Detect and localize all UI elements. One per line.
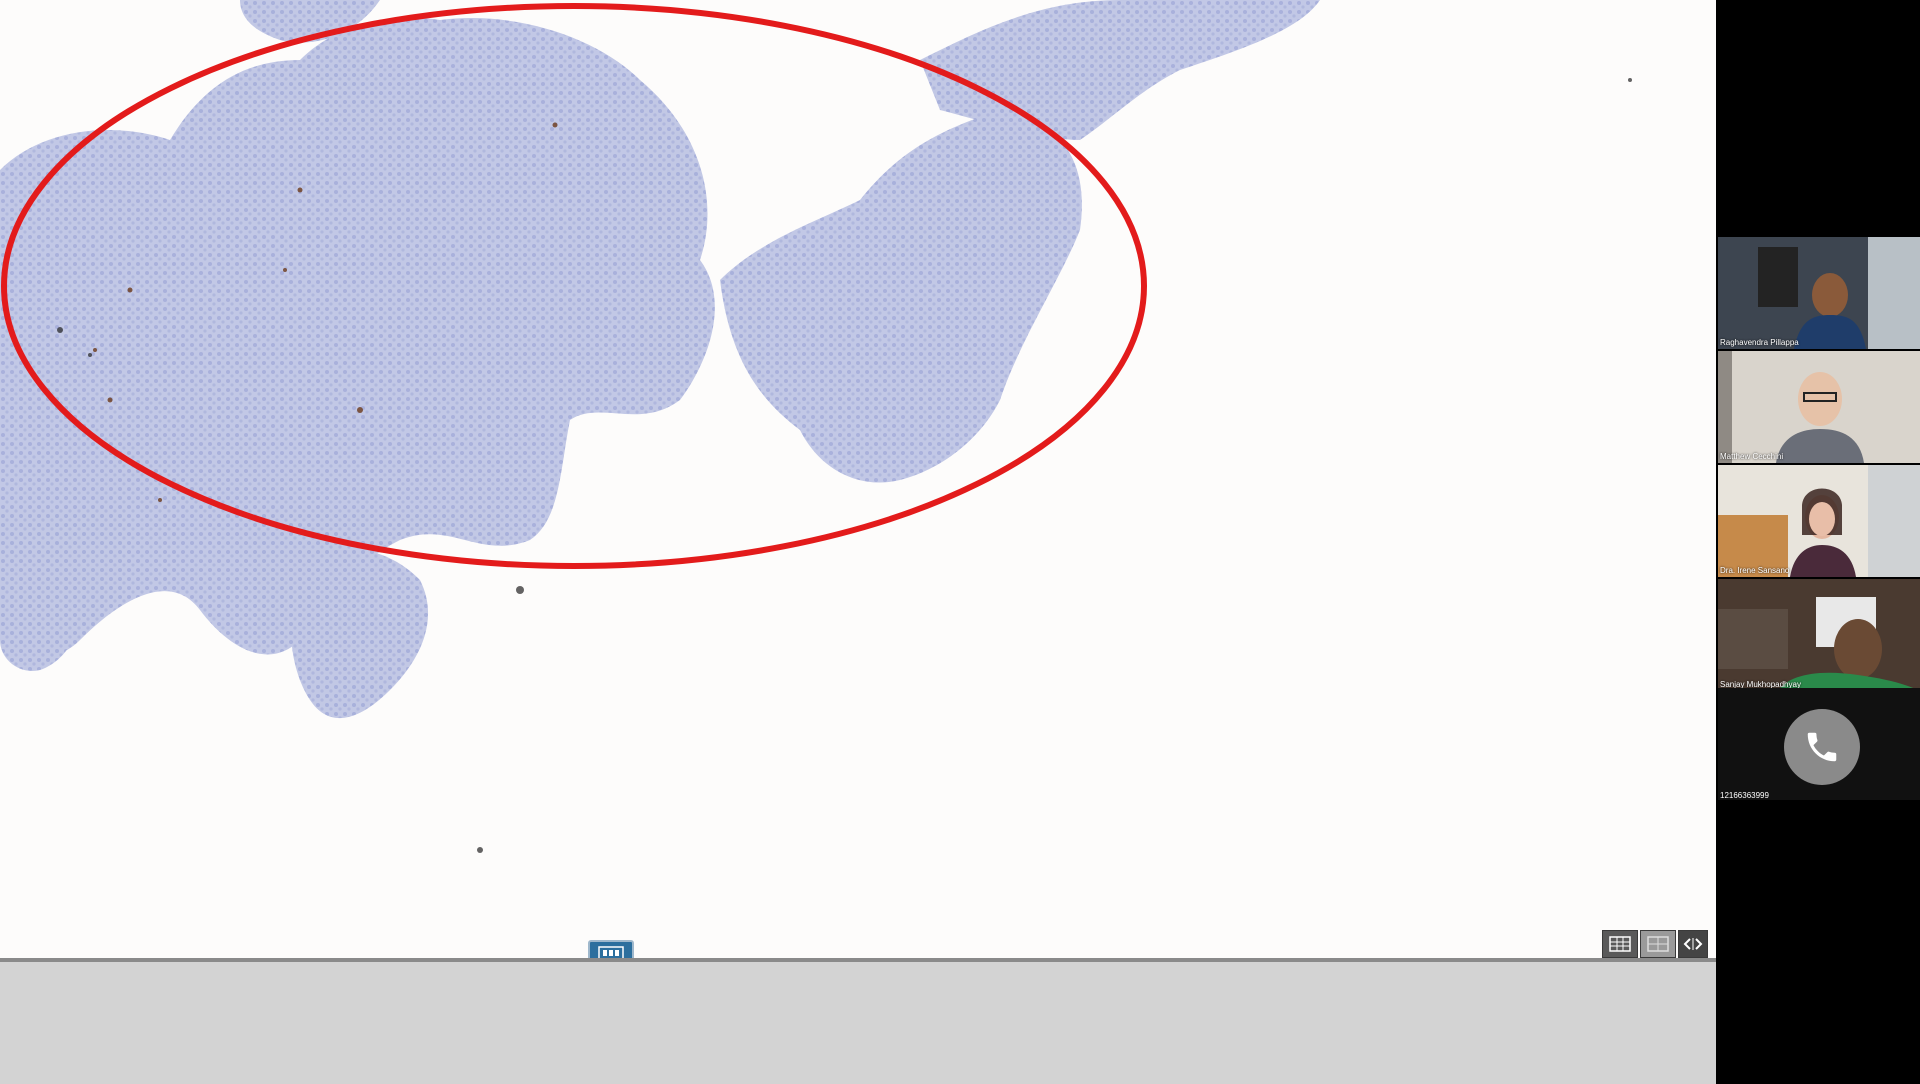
split-view-button[interactable] [1640,930,1676,958]
video-feed [1718,237,1920,349]
participant-tile[interactable]: Raghavendra Pillappa [1718,237,1920,349]
participant-tile[interactable]: Sanjay Mukhopadhyay [1718,579,1920,691]
participant-name: Dra. Irene Sansano [1720,566,1790,575]
video-feed [1718,579,1920,691]
participant-tile[interactable]: Dra. Irene Sansano [1718,465,1920,577]
phone-participant-tile[interactable]: 12166363999 [1718,688,1920,800]
prev-next-icon [1683,938,1703,950]
grid-view-icon [1609,936,1631,952]
split-view-icon [1647,936,1669,952]
prev-next-button[interactable] [1678,930,1708,958]
slide-viewer[interactable] [0,0,1716,960]
bottom-panel [0,958,1716,1084]
grid-view-button[interactable] [1602,930,1638,958]
video-feed [1718,351,1920,463]
video-participants-panel: Raghavendra Pillappa Matthew Cecchini Dr… [1716,0,1920,1080]
phone-participant-number: 12166363999 [1720,791,1769,800]
participant-name: Raghavendra Pillappa [1720,338,1799,347]
participant-tile[interactable]: Matthew Cecchini [1718,351,1920,463]
slide-tray-tab[interactable] [588,940,634,960]
view-controls [1602,930,1708,960]
histology-slide-image [0,0,1632,853]
call-button[interactable] [1784,709,1860,785]
participant-name: Matthew Cecchini [1720,452,1784,461]
phone-icon [1807,732,1837,762]
video-feed [1718,465,1920,577]
